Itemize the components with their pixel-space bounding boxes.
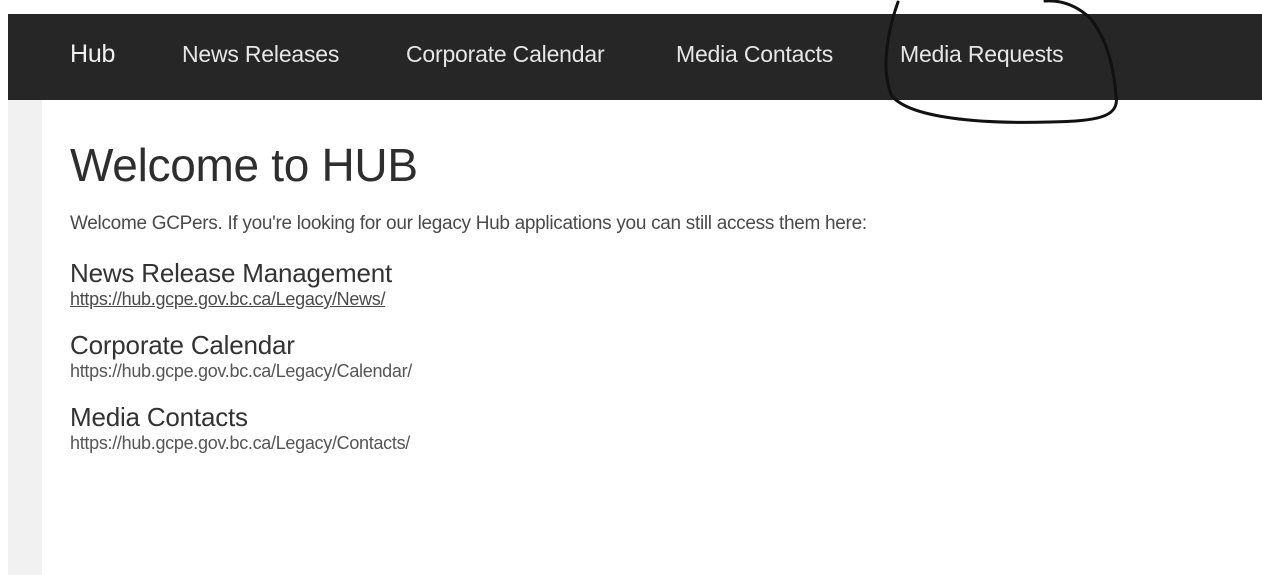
top-strip xyxy=(0,0,1262,14)
nav-item-media-requests[interactable]: Media Requests xyxy=(900,14,1064,100)
top-navbar: Hub News Releases Corporate Calendar Med… xyxy=(8,14,1262,100)
section-corporate-calendar: Corporate Calendar https://hub.gcpe.gov.… xyxy=(70,330,1250,382)
nav-brand-hub[interactable]: Hub xyxy=(70,14,115,100)
section-title: Corporate Calendar xyxy=(70,330,295,360)
nav-item-corporate-calendar[interactable]: Corporate Calendar xyxy=(406,14,605,100)
main-content: Welcome to HUB Welcome GCPers. If you're… xyxy=(70,130,1250,454)
intro-text: Welcome GCPers. If you're looking for ou… xyxy=(70,213,867,234)
nav-item-news-releases[interactable]: News Releases xyxy=(182,14,339,100)
section-title: Media Contacts xyxy=(70,402,248,432)
legacy-calendar-link[interactable]: https://hub.gcpe.gov.bc.ca/Legacy/Calend… xyxy=(70,361,412,381)
page-title: Welcome to HUB xyxy=(70,139,418,191)
left-rail xyxy=(8,100,42,575)
legacy-news-link[interactable]: https://hub.gcpe.gov.bc.ca/Legacy/News/ xyxy=(70,289,385,309)
section-media-contacts: Media Contacts https://hub.gcpe.gov.bc.c… xyxy=(70,402,1250,454)
page: Hub News Releases Corporate Calendar Med… xyxy=(0,0,1262,575)
section-news-release-management: News Release Management https://hub.gcpe… xyxy=(70,258,1250,310)
nav-item-media-contacts[interactable]: Media Contacts xyxy=(676,14,833,100)
legacy-contacts-link[interactable]: https://hub.gcpe.gov.bc.ca/Legacy/Contac… xyxy=(70,433,410,453)
section-title: News Release Management xyxy=(70,258,393,288)
